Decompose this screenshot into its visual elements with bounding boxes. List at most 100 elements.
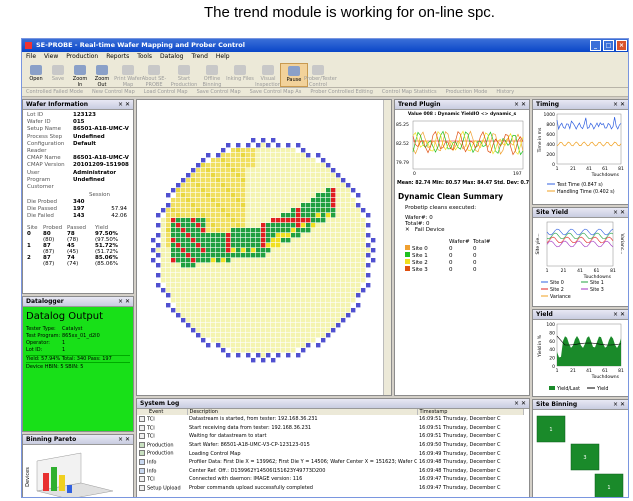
toolbar-button[interactable]: Prober/Tester Control <box>304 63 337 88</box>
toolbar2-button[interactable]: Production Mode <box>446 89 488 95</box>
die-cell <box>261 313 266 318</box>
die-cell <box>261 163 266 168</box>
die-cell <box>246 248 251 253</box>
menu-item[interactable]: File <box>26 53 36 60</box>
toolbar2-button[interactable]: New Control Map <box>92 89 135 95</box>
close-icon[interactable]: × ✕ <box>613 400 625 410</box>
toolbar2-button[interactable]: Save Control Map <box>197 89 241 95</box>
die-cell <box>336 173 341 178</box>
wafer-map[interactable] <box>137 100 385 395</box>
die-cell <box>236 233 241 238</box>
toolbar-icon <box>122 65 134 75</box>
die-cell <box>181 218 186 223</box>
close-icon[interactable]: × ✕ <box>514 399 526 409</box>
die-cell <box>321 188 326 193</box>
menu-item[interactable]: Production <box>66 53 98 60</box>
system-log-table: Event Description Timestamp TCI Datastream i… <box>137 409 524 492</box>
die-cell <box>181 233 186 238</box>
die-cell <box>291 183 296 188</box>
die-cell <box>201 233 206 238</box>
die-cell <box>196 263 201 268</box>
die-cell <box>166 203 171 208</box>
die-cell <box>326 268 331 273</box>
menu-item[interactable]: View <box>44 53 58 60</box>
close-icon[interactable]: × ✕ <box>514 100 526 110</box>
toolbar2-button[interactable]: Prober Controlled Editing <box>310 89 373 95</box>
die-cell <box>236 203 241 208</box>
die-cell <box>211 338 216 343</box>
toolbar-button[interactable]: Offline Binning <box>198 63 226 88</box>
die-cell <box>226 278 231 283</box>
die-cell <box>206 233 211 238</box>
die-cell <box>301 193 306 198</box>
die-cell <box>306 218 311 223</box>
minimize-icon[interactable]: _ <box>590 40 601 51</box>
toolbar2-button[interactable]: Load Control Map <box>144 89 188 95</box>
die-cell <box>286 178 291 183</box>
die-cell <box>211 293 216 298</box>
menu-item[interactable]: Datalog <box>160 53 183 60</box>
close-icon[interactable]: × ✕ <box>613 100 625 110</box>
die-cell <box>191 238 196 243</box>
close-icon[interactable]: × <box>616 40 627 51</box>
die-cell <box>256 208 261 213</box>
toolbar-icon <box>74 65 86 75</box>
die-cell <box>266 178 271 183</box>
die-cell <box>226 313 231 318</box>
die-cell <box>331 263 336 268</box>
close-icon[interactable]: × ✕ <box>613 208 625 218</box>
die-cell <box>346 218 351 223</box>
toolbar-button[interactable]: About SE-PROBE <box>140 63 168 88</box>
menu-item[interactable]: Tools <box>137 53 152 60</box>
menu-item[interactable]: Help <box>216 53 230 60</box>
die-cell <box>246 303 251 308</box>
die-cell <box>341 203 346 208</box>
toolbar-button[interactable]: Zoom Out <box>92 63 112 88</box>
site-color-swatch <box>405 252 410 257</box>
die-cell <box>236 318 241 323</box>
maximize-icon[interactable]: □ <box>603 40 614 51</box>
vertical-scrollbar[interactable] <box>383 100 391 395</box>
die-cell <box>291 348 296 353</box>
close-icon[interactable]: × ✕ <box>118 100 130 110</box>
toolbar-button[interactable]: Zoom In <box>70 63 90 88</box>
die-cell <box>276 213 281 218</box>
die-cell <box>216 158 221 163</box>
die-cell <box>361 243 366 248</box>
table-row: Site 100 <box>405 252 490 259</box>
menu-item[interactable]: Trend <box>192 53 208 60</box>
die-cell <box>336 288 341 293</box>
close-icon[interactable]: × ✕ <box>118 297 130 307</box>
toolbar-button[interactable]: Open <box>26 63 46 87</box>
toolbar2-button[interactable]: History <box>496 89 514 95</box>
toolbar-button[interactable]: Print Wafer Map <box>114 63 142 88</box>
die-cell <box>196 283 201 288</box>
toolbar-button[interactable]: Inking Files <box>226 63 254 87</box>
toolbar2-button[interactable]: Save Control Map As <box>250 89 302 95</box>
die-cell <box>286 338 291 343</box>
die-cell <box>201 308 206 313</box>
ytick: 200 <box>546 152 555 158</box>
toolbar-button[interactable]: Start Production <box>170 63 198 88</box>
toolbar-button[interactable]: Visual Inspection <box>254 63 282 88</box>
die-cell <box>191 173 196 178</box>
die-cell <box>246 168 251 173</box>
die-cell <box>176 188 181 193</box>
toolbar2-button[interactable]: Controlled Failed Mode <box>26 89 83 95</box>
toolbar-button[interactable]: Save <box>48 63 68 87</box>
die-cell <box>266 238 271 243</box>
toolbar2-button[interactable]: Control Map Statistics <box>382 89 437 95</box>
close-icon[interactable]: × ✕ <box>118 435 130 445</box>
bin-cell <box>27 261 43 267</box>
bin-cell: (74) <box>67 260 79 267</box>
die-cell <box>266 293 271 298</box>
die-cell <box>346 263 351 268</box>
menu-item[interactable]: Reports <box>106 53 129 60</box>
die-cell <box>261 303 266 308</box>
die-cell <box>211 288 216 293</box>
die-cell <box>311 333 316 338</box>
close-icon[interactable]: × ✕ <box>613 310 625 320</box>
die-cell <box>246 263 251 268</box>
die-cell <box>266 343 271 348</box>
panel-title: Yield <box>536 311 553 318</box>
